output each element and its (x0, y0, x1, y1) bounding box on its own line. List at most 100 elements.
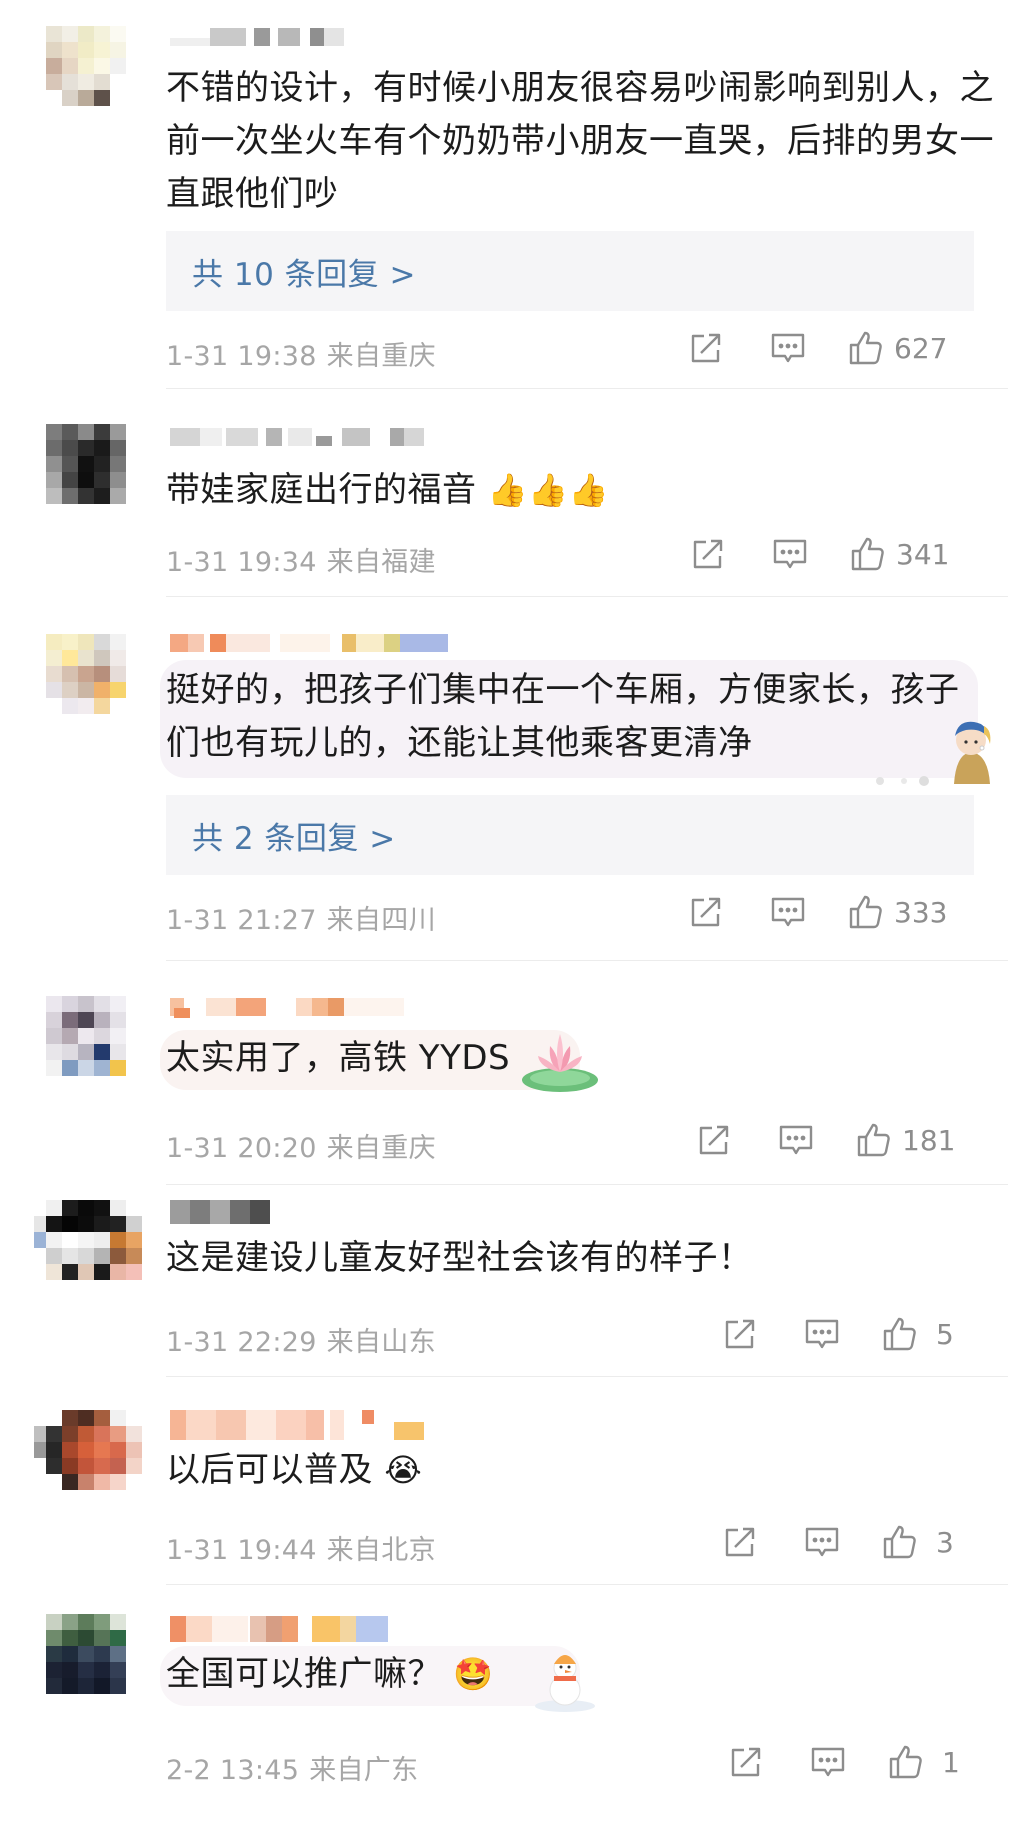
crying-emoji-icon: 😭 (384, 1451, 423, 1489)
comment-meta: 1-31 20:20 来自重庆 (166, 1126, 436, 1165)
comment-text: 这是建设儿童友好型社会该有的样子！ (166, 1238, 753, 1278)
comment-actions: 627 (674, 330, 974, 370)
share-button[interactable] (722, 1316, 758, 1356)
thumbs-up-icon (883, 1317, 916, 1351)
thumbs-up-icon (851, 537, 884, 571)
avatar[interactable] (46, 1614, 142, 1710)
comment-icon (805, 1319, 839, 1349)
comment-time: 1-31 19:38 (166, 341, 317, 372)
comment-actions: 341 (674, 536, 974, 576)
comment-button[interactable] (772, 536, 808, 576)
comment-button[interactable] (778, 1122, 814, 1162)
snowman-sticker-icon (530, 1644, 600, 1714)
comment-time: 1-31 21:27 (166, 905, 317, 936)
share-button[interactable] (690, 536, 726, 576)
like-count: 627 (894, 332, 948, 365)
star-eyes-emoji-icon: 🤩 (453, 1655, 494, 1693)
view-replies-button[interactable]: 共 2 条回复 > (166, 795, 974, 875)
view-replies-button[interactable]: 共 10 条回复 > (166, 231, 974, 311)
avatar[interactable] (46, 996, 142, 1092)
username-masked[interactable] (170, 1616, 470, 1642)
share-icon (693, 539, 723, 569)
thumbs-up-icon (849, 331, 882, 365)
share-button[interactable] (688, 330, 724, 370)
comment-icon (771, 333, 805, 363)
comment-location: 来自四川 (326, 905, 436, 936)
comment-time: 2-2 13:45 (166, 1755, 300, 1786)
comment-text: 以后可以普及 😭 (166, 1444, 996, 1497)
divider (166, 1584, 1008, 1585)
share-icon (725, 1319, 755, 1349)
share-button[interactable] (722, 1524, 758, 1564)
avatar[interactable] (34, 1200, 144, 1296)
comment-location: 来自重庆 (326, 1133, 436, 1164)
comment-actions: 5 (674, 1316, 974, 1356)
comment-icon (771, 897, 805, 927)
share-icon (731, 1747, 761, 1777)
divider (166, 960, 1008, 961)
divider (166, 1184, 1008, 1185)
comment-time: 1-31 20:20 (166, 1133, 317, 1164)
comment-button[interactable] (804, 1524, 840, 1564)
comment-button[interactable] (770, 894, 806, 934)
like-button[interactable] (848, 894, 884, 934)
like-button[interactable] (850, 536, 886, 576)
comment-icon (805, 1527, 839, 1557)
like-count: 341 (896, 538, 950, 571)
comment-text: 不错的设计，有时候小朋友很容易吵闹影响到别人，之前一次坐火车有个奶奶带小朋友一直… (166, 68, 994, 214)
comment-text: 挺好的，把孩子们集中在一个车厢，方便家长，孩子们也有玩儿的，还能让其他乘客更清净 (166, 670, 960, 763)
like-button[interactable] (882, 1524, 918, 1564)
comment-time: 1-31 22:29 (166, 1327, 317, 1358)
username-masked[interactable] (170, 428, 470, 446)
comment-location: 来自北京 (326, 1535, 436, 1566)
comment-text: 带娃家庭出行的福音 👍👍👍 (166, 464, 996, 517)
like-button[interactable] (856, 1122, 892, 1162)
comment-actions: 181 (674, 1122, 974, 1162)
comment-text-body: 全国可以推广嘛？ (166, 1654, 442, 1694)
username-masked[interactable] (170, 998, 470, 1018)
comment-button[interactable] (770, 330, 806, 370)
comment-button[interactable] (810, 1744, 846, 1784)
share-icon (691, 333, 721, 363)
username-masked[interactable] (170, 1200, 470, 1224)
share-button[interactable] (696, 1122, 732, 1162)
username-masked[interactable] (170, 1410, 470, 1440)
comment-button[interactable] (804, 1316, 840, 1356)
username-masked[interactable] (170, 634, 470, 652)
comment-time: 1-31 19:34 (166, 547, 317, 578)
share-button[interactable] (728, 1744, 764, 1784)
comment-location: 来自福建 (326, 547, 436, 578)
thumbs-up-icon (883, 1525, 916, 1559)
share-button[interactable] (688, 894, 724, 934)
avatar[interactable] (46, 26, 142, 122)
like-button[interactable] (888, 1744, 924, 1784)
comment-meta: 1-31 21:27 来自四川 (166, 898, 436, 937)
avatar[interactable] (46, 634, 142, 730)
avatar[interactable] (34, 1410, 144, 1506)
comment-location: 来自重庆 (326, 341, 436, 372)
comment-icon (773, 539, 807, 569)
like-button[interactable] (882, 1316, 918, 1356)
comment-text-body: 以后可以普及 (166, 1450, 373, 1490)
share-icon (699, 1125, 729, 1155)
like-count: 333 (894, 896, 948, 929)
thumbs-up-emoji-icon: 👍👍👍 (487, 471, 609, 509)
avatar[interactable] (46, 424, 142, 520)
like-count: 3 (936, 1526, 954, 1559)
comment-icon (811, 1747, 845, 1777)
like-count: 181 (902, 1124, 956, 1157)
lotus-sticker-icon (520, 1024, 600, 1096)
username-masked[interactable] (170, 28, 470, 46)
comment-meta: 1-31 19:34 来自福建 (166, 540, 436, 579)
comment-meta: 2-2 13:45 来自广东 (166, 1748, 418, 1787)
divider (166, 1376, 1008, 1377)
divider (166, 388, 1008, 389)
share-icon (725, 1527, 755, 1557)
comment-actions: 333 (674, 894, 974, 934)
thumbs-up-icon (857, 1123, 890, 1157)
like-button[interactable] (848, 330, 884, 370)
comment-icon (779, 1125, 813, 1155)
comment-actions: 3 (674, 1524, 974, 1564)
thumbs-up-icon (849, 895, 882, 929)
like-count: 5 (936, 1318, 954, 1351)
